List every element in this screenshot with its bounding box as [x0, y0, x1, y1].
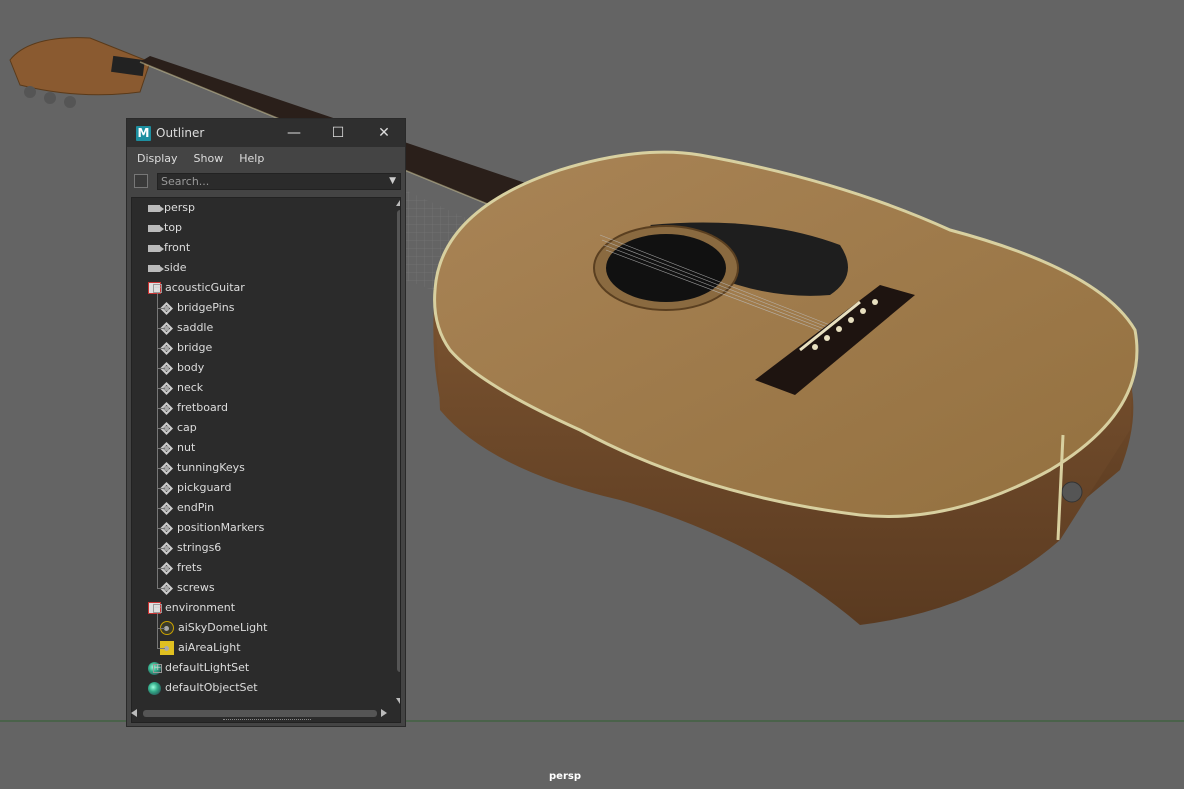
tree-item-label: pickguard [177, 481, 232, 494]
tree-connector [157, 348, 165, 349]
tree-item-label: saddle [177, 321, 214, 334]
tree-item-label: tunningKeys [177, 461, 245, 474]
camera-icon [148, 204, 164, 212]
scroll-up-icon[interactable] [396, 200, 400, 206]
tree-connector [157, 368, 165, 369]
tree-item-side[interactable]: side [148, 258, 187, 278]
outliner-tree[interactable]: persp top front side acousticGuitar − bridgePi… [131, 197, 401, 723]
tree-connector [157, 613, 158, 648]
tree-item-label: acousticGuitar [165, 281, 245, 294]
resize-grip[interactable] [223, 719, 311, 723]
tree-connector [157, 468, 165, 469]
tree-item-front[interactable]: front [148, 238, 190, 258]
tree-item-label: fretboard [177, 401, 228, 414]
vertical-scroll-thumb[interactable] [397, 210, 400, 672]
horizontal-scrollbar[interactable] [131, 708, 389, 718]
expand-icon[interactable]: + [153, 664, 162, 673]
tree-connector [157, 293, 158, 588]
tree-item-label: top [164, 221, 183, 234]
tree-item-label: bridgePins [177, 301, 235, 314]
tree-item-label: defaultLightSet [165, 661, 250, 674]
window-title: Outliner [156, 126, 205, 140]
tree-item-acousticGuitar[interactable]: acousticGuitar [148, 278, 245, 298]
menu-show[interactable]: Show [194, 152, 224, 165]
search-input[interactable]: Search... ▼ [157, 173, 401, 190]
tree-item-tunningKeys[interactable]: tunningKeys [160, 458, 245, 478]
scroll-down-icon[interactable] [396, 698, 400, 704]
set-icon [148, 681, 161, 695]
menu-display[interactable]: Display [137, 152, 178, 165]
end-pin [1061, 481, 1083, 503]
tree-connector [157, 328, 165, 329]
tree-item-label: neck [177, 381, 204, 394]
vertical-scrollbar[interactable] [396, 198, 400, 708]
tree-item-label: endPin [177, 501, 215, 514]
tree-item-pickguard[interactable]: pickguard [160, 478, 231, 498]
tree-item-defaultObjectSet[interactable]: defaultObjectSet [148, 678, 258, 698]
tree-connector [157, 648, 165, 649]
outliner-titlebar[interactable]: M Outliner — ☐ ✕ [127, 119, 405, 147]
tree-item-bridgePins[interactable]: bridgePins [160, 298, 234, 318]
outliner-window[interactable]: M Outliner — ☐ ✕ Display Show Help Searc… [126, 118, 406, 727]
tree-item-label: front [164, 241, 191, 254]
tree-connector [157, 548, 165, 549]
close-button[interactable]: ✕ [374, 124, 394, 142]
tree-connector [157, 388, 165, 389]
search-dropdown-icon[interactable]: ▼ [389, 174, 396, 189]
tree-item-aiSkyDomeLight[interactable]: aiSkyDomeLight [160, 618, 267, 638]
tree-item-label: aiAreaLight [178, 641, 241, 654]
camera-icon [148, 244, 164, 252]
maya-logo-icon: M [136, 125, 151, 141]
tree-item-label: cap [177, 421, 197, 434]
tree-item-label: defaultObjectSet [165, 681, 258, 694]
tree-connector [157, 308, 165, 309]
tree-item-aiAreaLight[interactable]: aiAreaLight [160, 638, 241, 658]
tree-connector [157, 428, 165, 429]
minimize-button[interactable]: — [284, 124, 304, 142]
tree-item-label: nut [177, 441, 196, 454]
tree-connector [157, 408, 165, 409]
tuning-peg [24, 86, 36, 98]
tree-item-label: bridge [177, 341, 213, 354]
tree-item-label: aiSkyDomeLight [178, 621, 268, 634]
tree-connector [157, 568, 165, 569]
scroll-right-icon[interactable] [381, 709, 387, 717]
collapse-icon[interactable]: − [153, 284, 162, 293]
tree-item-label: strings6 [177, 541, 222, 554]
tree-item-label: body [177, 361, 205, 374]
tree-connector [157, 628, 165, 629]
tree-item-label: environment [165, 601, 236, 614]
tree-item-strings6[interactable]: strings6 [160, 538, 221, 558]
tree-item-label: side [164, 261, 187, 274]
tree-item-positionMarkers[interactable]: positionMarkers [160, 518, 264, 538]
scroll-left-icon[interactable] [131, 709, 137, 717]
tree-connector [157, 488, 165, 489]
maximize-button[interactable]: ☐ [328, 124, 348, 142]
tree-item-label: positionMarkers [177, 521, 265, 534]
tree-connector [157, 448, 165, 449]
tree-item-label: persp [164, 201, 195, 214]
tree-item-top[interactable]: top [148, 218, 182, 238]
camera-icon [148, 264, 164, 272]
tree-item-label: frets [177, 561, 202, 574]
tree-item-fretboard[interactable]: fretboard [160, 398, 228, 418]
search-row: Search... ▼ [127, 169, 405, 193]
horizontal-scroll-thumb[interactable] [143, 710, 377, 717]
tree-connector [157, 508, 165, 509]
viewport-camera-label: persp [549, 771, 581, 782]
collapse-icon[interactable]: − [153, 604, 162, 613]
camera-icon [148, 224, 164, 232]
menu-bar: Display Show Help [127, 147, 405, 169]
tree-item-persp[interactable]: persp [148, 198, 195, 218]
tree-connector [157, 528, 165, 529]
tree-item-label: screws [177, 581, 215, 594]
filter-icon[interactable] [134, 174, 148, 188]
tree-item-defaultLightSet[interactable]: defaultLightSet [148, 658, 249, 678]
menu-help[interactable]: Help [239, 152, 264, 165]
tree-connector [157, 588, 165, 589]
search-placeholder: Search... [161, 175, 210, 188]
